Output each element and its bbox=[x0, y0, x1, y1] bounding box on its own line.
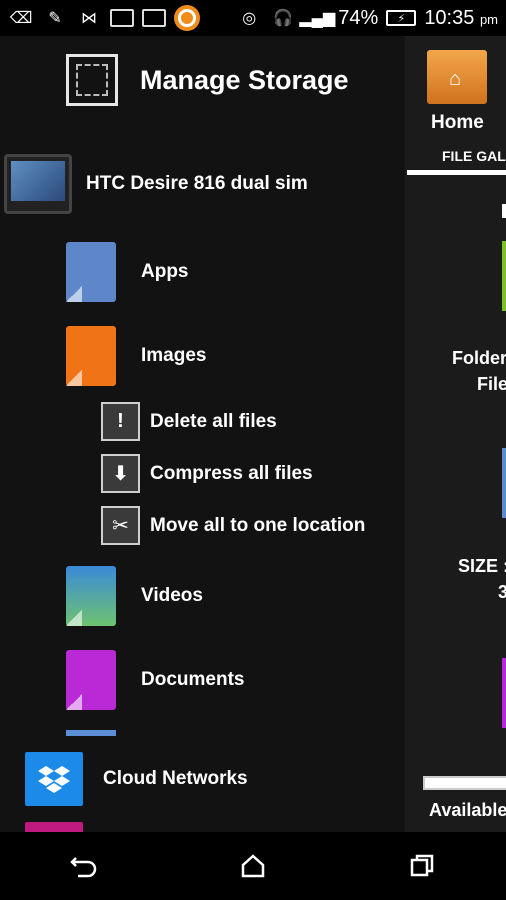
system-nav-bar bbox=[0, 832, 506, 900]
category-videos[interactable]: Videos bbox=[66, 566, 203, 626]
action-compress-all[interactable]: ⬇ Compress all files bbox=[101, 454, 313, 493]
action-move-all[interactable]: ✂ Move all to one location bbox=[101, 506, 365, 545]
back-arrow-notification-icon: ⌫ bbox=[9, 10, 33, 27]
battery-icon: ⚡ bbox=[386, 10, 417, 26]
recent-apps-icon[interactable] bbox=[402, 846, 442, 886]
back-icon[interactable] bbox=[64, 846, 104, 886]
category-label: Documents bbox=[141, 669, 245, 690]
file-text: File bbox=[477, 374, 506, 394]
size-text: SIZE : bbox=[458, 556, 506, 576]
category-label: Images bbox=[141, 345, 207, 366]
category-label: Videos bbox=[141, 585, 203, 606]
edit-notification-icon: ✎ bbox=[48, 10, 62, 27]
purple-tile bbox=[502, 658, 506, 728]
category-documents[interactable]: Documents bbox=[66, 650, 244, 710]
available-text: Available bbox=[429, 800, 506, 820]
headphones-icon: 🎧 bbox=[273, 10, 294, 27]
battery-percent: 74% bbox=[338, 6, 379, 29]
code-notification-icon bbox=[142, 9, 166, 27]
home-label[interactable]: Home bbox=[431, 112, 484, 134]
compress-zip-icon: ⬇ bbox=[101, 454, 140, 493]
status-bar: ⌫ ✎ ⋈ ◎ 🎧 ▂▄▆ 74% ⚡ 10:35 pm bbox=[0, 0, 506, 36]
partial-glyph bbox=[502, 204, 506, 218]
cloud-networks-item[interactable]: Cloud Networks bbox=[25, 752, 248, 806]
partial-item-icon bbox=[25, 822, 83, 832]
navigation-drawer: Manage Storage HTC Desire 816 dual sim A… bbox=[0, 36, 405, 832]
storage-frame-icon bbox=[66, 54, 118, 106]
category-apps[interactable]: Apps bbox=[66, 242, 189, 302]
action-label: Move all to one location bbox=[150, 514, 366, 536]
device-item[interactable]: HTC Desire 816 dual sim bbox=[4, 154, 308, 214]
blue-tile bbox=[502, 448, 506, 518]
location-icon: ◎ bbox=[242, 10, 257, 27]
category-images[interactable]: Images bbox=[66, 326, 206, 386]
green-tile bbox=[502, 241, 506, 311]
main-content-peek: Home FILE GAL Folder File SIZE : 3 Avail… bbox=[405, 36, 506, 832]
clock: 10:35 pm bbox=[424, 6, 498, 29]
signal-icon: ▂▄▆ bbox=[299, 10, 336, 27]
office-icon bbox=[66, 326, 116, 386]
delete-exclamation-icon: ! bbox=[101, 402, 140, 441]
cloud-networks-label: Cloud Networks bbox=[103, 768, 248, 789]
action-label: Compress all files bbox=[150, 462, 313, 484]
category-label: Apps bbox=[141, 261, 189, 282]
tab-indicator bbox=[407, 170, 506, 175]
device-label: HTC Desire 816 dual sim bbox=[86, 173, 308, 194]
image-notification-icon bbox=[110, 9, 134, 27]
scissors-icon: ✂ bbox=[101, 506, 140, 545]
film-icon bbox=[66, 650, 116, 710]
phone-device-icon bbox=[4, 154, 72, 214]
action-delete-all[interactable]: ! Delete all files bbox=[101, 402, 277, 441]
size-value: 3 bbox=[498, 582, 506, 602]
storage-bar bbox=[423, 776, 506, 790]
drawer-title: Manage Storage bbox=[140, 64, 349, 95]
folder-text: Folder bbox=[452, 348, 506, 368]
action-label: Delete all files bbox=[150, 410, 277, 432]
landscape-icon bbox=[66, 566, 116, 626]
partial-category-icon bbox=[66, 730, 116, 736]
drawer-header: Manage Storage bbox=[66, 54, 349, 106]
app-notification-icon bbox=[174, 5, 200, 31]
home-folder-icon[interactable] bbox=[427, 50, 487, 104]
dropbox-icon bbox=[25, 752, 83, 806]
apps-swirl-icon bbox=[66, 242, 116, 302]
tab-file-gallery[interactable]: FILE GAL bbox=[442, 148, 506, 164]
home-icon[interactable] bbox=[233, 846, 273, 886]
bowtie-notification-icon: ⋈ bbox=[81, 10, 97, 27]
